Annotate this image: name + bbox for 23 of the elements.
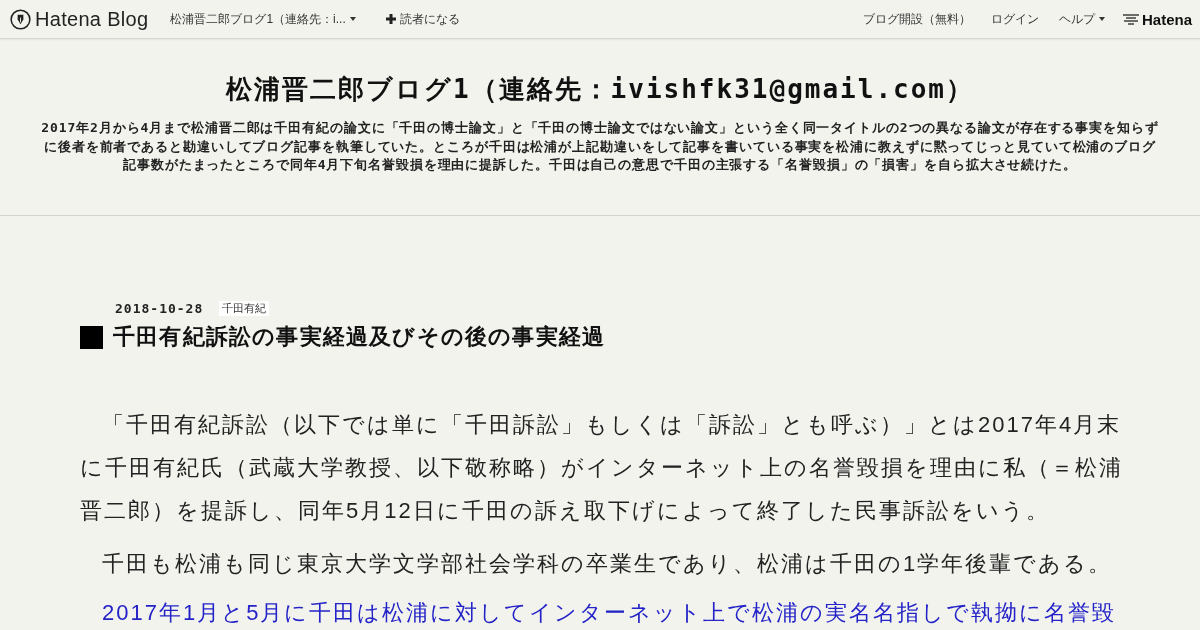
blog-description: 2017年2月から4月まで松浦晋二郎は千田有紀の論文に「千田の博士論文」と「千田の博士論文ではない論文」という全く同一タイトルの2つの異なる論文が存在する事実を知らずに後者を前者であると勘違いしてブログ記事を執筆していた。ところが千田は松浦が上記勘違いをして記事を書いている事実を松浦に教えずに黙ってじっと見ていて松浦のブログ記事数がたまったところで同年4月下旬名誉毀損を理由に提訴した。千田は自己の意思で千田の主張する「名誉毀損」の「損害」を自ら拡大させ続けた。 xyxy=(40,119,1160,174)
entry-title[interactable]: 千田有紀訴訟の事実経過及びその後の事実経過 xyxy=(113,324,606,350)
entry-date[interactable]: 2018-10-28 xyxy=(115,300,204,316)
square-bullet-icon xyxy=(80,325,103,349)
body-paragraph: 千田も松浦も同じ東京大学文学部社会学科の卒業生であり、松浦は千田の1学年後輩である。 xyxy=(101,550,1114,578)
category-tag[interactable]: 千田有紀 xyxy=(219,300,270,316)
blog-title[interactable]: 松浦晋二郎ブログ1（連絡先：ivishfk31@gmail.com） xyxy=(225,71,975,107)
brand-text: Hatena xyxy=(1141,10,1192,28)
brand-logo[interactable]: Hatena xyxy=(1122,10,1192,28)
striped-logo-icon xyxy=(1122,13,1139,25)
blog-service-logo[interactable]: Hatena Blog xyxy=(10,7,149,31)
nav-link[interactable]: ログイン xyxy=(990,6,1039,32)
logo-text: Hatena Blog xyxy=(35,7,149,31)
body-paragraph: 「千田有紀訴訟（以下では単に「千田訴訟」もしくは「訴訟」とも呼ぶ）」とは2017年4月末に千田有紀氏（武蔵大学教授、以下敬称略）がインターネット上の名誉毀損を理由に私（＝松浦晋二郎）を提訴し、同年5月12日に千田の訴え取下げによって終了した民事訴訟をいう。 xyxy=(80,411,1124,525)
subscribe-button[interactable]: 読者になる xyxy=(385,6,460,32)
pen-nib-logo-icon xyxy=(10,8,31,30)
nav-menu[interactable]: ヘルプ xyxy=(1058,6,1105,32)
nav-link[interactable]: ブログ開設（無料） xyxy=(862,6,971,32)
caret-icon xyxy=(349,17,356,21)
blog-menu[interactable]: 松浦晋二郎ブログ1（連絡先：i... xyxy=(170,6,356,32)
body-paragraph: 2017年1月と5月に千田は松浦に対してインターネット上で松浦の実名名指しで執拗に名誉毀 xyxy=(101,599,1118,627)
caret-icon xyxy=(1098,17,1105,21)
plus-icon xyxy=(385,14,396,24)
